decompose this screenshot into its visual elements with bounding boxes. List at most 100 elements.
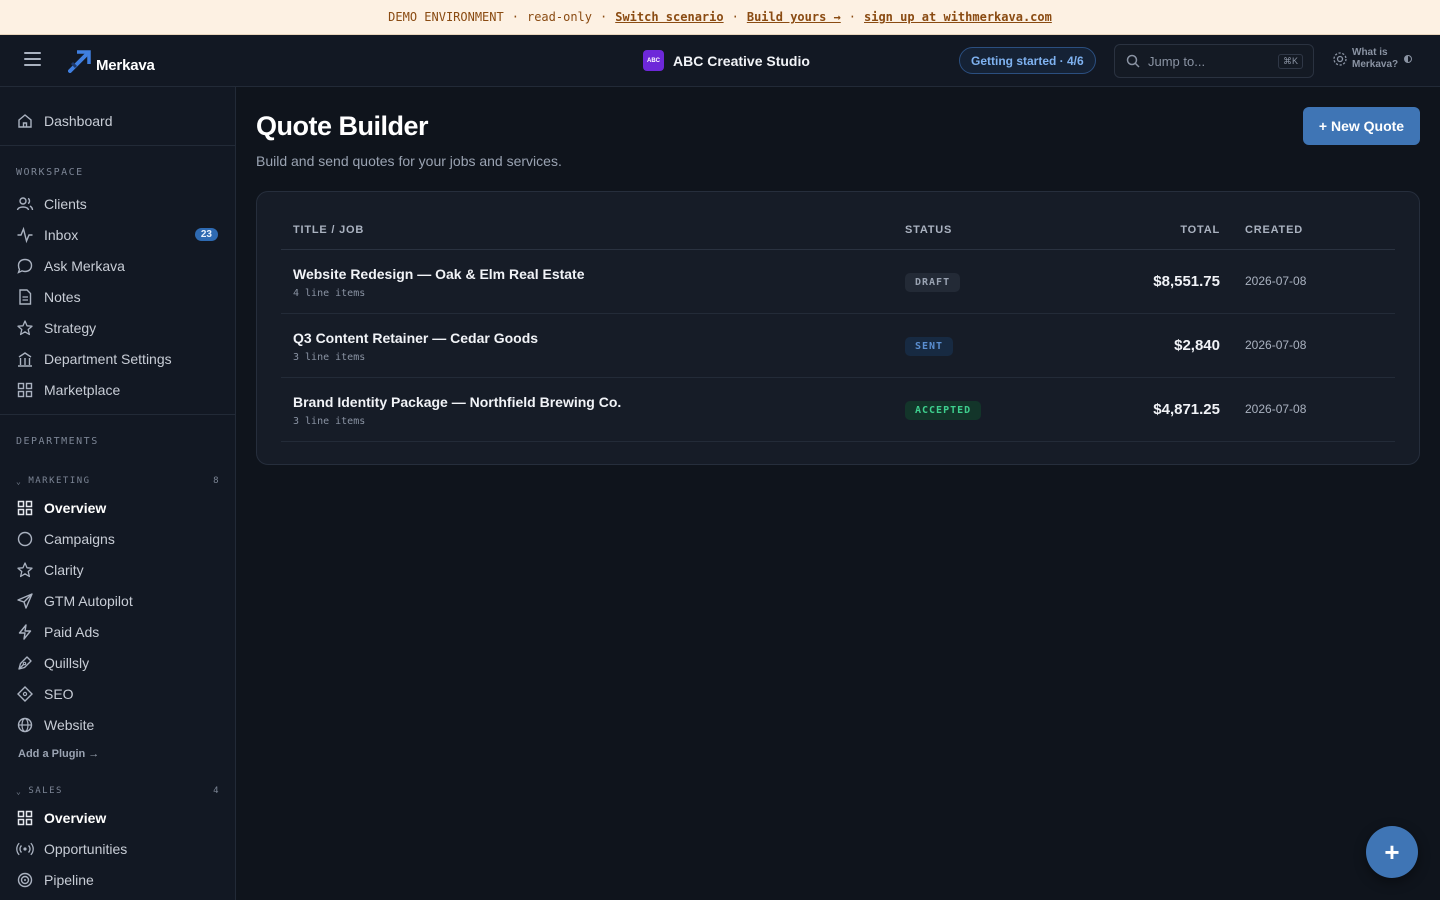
quote-title[interactable]: Q3 Content Retainer — Cedar Goods (293, 330, 538, 346)
sidebar-item-sales-overview[interactable]: Overview (16, 806, 220, 830)
marketing-group-toggle[interactable]: ⌄ MARKETING 8 (16, 476, 220, 486)
column-header-status[interactable]: STATUS (905, 224, 952, 236)
sidebar-item-label: Opportunities (44, 841, 128, 857)
circle-icon (17, 531, 33, 547)
star-icon (17, 562, 33, 578)
quote-title[interactable]: Website Redesign — Oak & Elm Real Estate (293, 266, 585, 282)
sales-group-toggle[interactable]: ⌄ SALES 4 (16, 786, 220, 796)
sidebar-item-quillsly[interactable]: Quillsly (16, 651, 220, 675)
sidebar-item-label: Pipeline (44, 872, 94, 888)
sidebar-item-clarity[interactable]: Clarity (16, 558, 220, 582)
grid-icon (17, 382, 33, 398)
quote-total: $8,551.75 (1153, 273, 1220, 290)
sidebar-divider (0, 145, 235, 146)
sidebar-item-seo[interactable]: SEO (16, 682, 220, 706)
quote-total: $2,840 (1174, 337, 1220, 354)
sidebar-item-label: Dashboard (44, 113, 113, 129)
sidebar-item-label: GTM Autopilot (44, 593, 133, 609)
sidebar-item-label: Ask Merkava (44, 258, 125, 274)
status-badge: DRAFT (905, 273, 961, 292)
sales-count: 4 (213, 786, 220, 796)
banner-separator: · (848, 10, 856, 24)
getting-started-button[interactable]: Getting started · 4/6 (959, 47, 1096, 74)
quote-line-items: 4 line items (293, 288, 366, 299)
sidebar-item-marketplace[interactable]: Marketplace (16, 378, 220, 402)
search-placeholder: Jump to... (1148, 53, 1206, 69)
home-icon (18, 114, 32, 128)
page-subtitle: Build and send quotes for your jobs and … (256, 153, 562, 169)
sidebar-item-notes[interactable]: Notes (16, 285, 220, 309)
sidebar-item-gtm-autopilot[interactable]: GTM Autopilot (16, 589, 220, 613)
sidebar-item-label: Inbox (44, 227, 79, 243)
new-quote-button[interactable]: + New Quote (1303, 107, 1420, 145)
status-badge: SENT (905, 337, 954, 356)
sidebar-item-department-settings[interactable]: Department Settings (16, 347, 220, 371)
search-shortcut: ⌘K (1277, 54, 1303, 69)
departments-section-title: DEPARTMENTS (16, 436, 99, 447)
sidebar-item-label: Strategy (44, 320, 97, 336)
table-row[interactable]: Q3 Content Retainer — Cedar Goods 3 line… (281, 314, 1395, 378)
sidebar-divider (0, 414, 235, 415)
sidebar-item-label: Clarity (44, 562, 84, 578)
grid-icon (17, 810, 33, 826)
inbox-count-badge: 23 (194, 228, 218, 241)
build-yours-link[interactable]: Build yours → (747, 10, 841, 24)
sidebar-item-marketing-overview[interactable]: Overview (16, 496, 220, 520)
column-header-created[interactable]: CREATED (1245, 224, 1303, 236)
grid-icon (17, 500, 33, 516)
building-icon (18, 352, 32, 367)
sidebar-item-paid-ads[interactable]: Paid Ads (16, 620, 220, 644)
table-row[interactable]: Website Redesign — Oak & Elm Real Estate… (281, 250, 1395, 314)
quote-line-items: 3 line items (293, 416, 366, 427)
chat-icon (17, 258, 33, 274)
column-header-title[interactable]: TITLE / JOB (293, 224, 364, 236)
sidebar-item-dashboard[interactable]: Dashboard (16, 109, 220, 133)
quotes-table-card: TITLE / JOB STATUS TOTAL CREATED Website… (256, 191, 1420, 465)
marketing-count: 8 (213, 476, 220, 486)
sidebar-item-opportunities[interactable]: Opportunities (16, 837, 220, 861)
banner-env: DEMO ENVIRONMENT (388, 10, 504, 24)
banner-separator: · (731, 10, 739, 24)
what-is-merkava-button[interactable]: What is Merkava? (1332, 47, 1412, 71)
sidebar-item-ask-merkava[interactable]: Ask Merkava (16, 254, 220, 278)
banner-mode: read-only (526, 10, 592, 24)
merkava-logo-icon (68, 49, 91, 73)
quote-line-items: 3 line items (293, 352, 366, 363)
sidebar-item-label: Clients (44, 196, 87, 212)
sidebar-item-label: Notes (44, 289, 81, 305)
sidebar-item-clients[interactable]: Clients (16, 192, 220, 216)
sidebar: Dashboard WORKSPACE Clients Inbox 23 Ask… (0, 87, 236, 900)
org-name: ABC Creative Studio (673, 52, 810, 69)
activity-icon (17, 226, 33, 244)
sidebar-item-website[interactable]: Website (16, 713, 220, 737)
brand-logo[interactable]: Merkava (68, 47, 155, 74)
sidebar-item-label: Campaigns (44, 531, 115, 547)
quote-created-date: 2026-07-08 (1245, 274, 1307, 288)
sidebar-item-campaigns[interactable]: Campaigns (16, 527, 220, 551)
menu-icon[interactable] (24, 52, 41, 66)
marketing-group-title: MARKETING (28, 476, 91, 486)
sidebar-item-label: Overview (44, 500, 107, 516)
add-plugin-link[interactable]: Add a Plugin → (18, 748, 99, 760)
table-header: TITLE / JOB STATUS TOTAL CREATED (281, 216, 1395, 250)
switch-scenario-link[interactable]: Switch scenario (615, 10, 723, 24)
sidebar-item-strategy[interactable]: Strategy (16, 316, 220, 340)
pen-icon (18, 656, 32, 670)
theme-toggle-icon[interactable] (1404, 55, 1412, 63)
chevron-down-icon: ⌄ (16, 476, 23, 486)
banner-separator: · (511, 10, 519, 24)
sidebar-item-inbox[interactable]: Inbox 23 (16, 223, 220, 247)
jump-to-search[interactable]: Jump to... ⌘K (1114, 44, 1314, 78)
bolt-icon (18, 624, 32, 640)
signup-link[interactable]: sign up at withmerkava.com (864, 10, 1052, 24)
broadcast-icon (16, 842, 34, 856)
table-row[interactable]: Brand Identity Package — Northfield Brew… (281, 378, 1395, 442)
sales-group-title: SALES (28, 786, 63, 796)
quote-title[interactable]: Brand Identity Package — Northfield Brew… (293, 394, 621, 410)
column-header-total[interactable]: TOTAL (1180, 224, 1220, 236)
org-switcher[interactable]: ABC ABC Creative Studio (643, 50, 810, 71)
help-label: What is Merkava? (1352, 47, 1399, 70)
floating-add-button[interactable]: + (1366, 826, 1418, 878)
sidebar-item-pipeline[interactable]: Pipeline (16, 868, 220, 892)
sidebar-item-label: SEO (44, 686, 74, 702)
